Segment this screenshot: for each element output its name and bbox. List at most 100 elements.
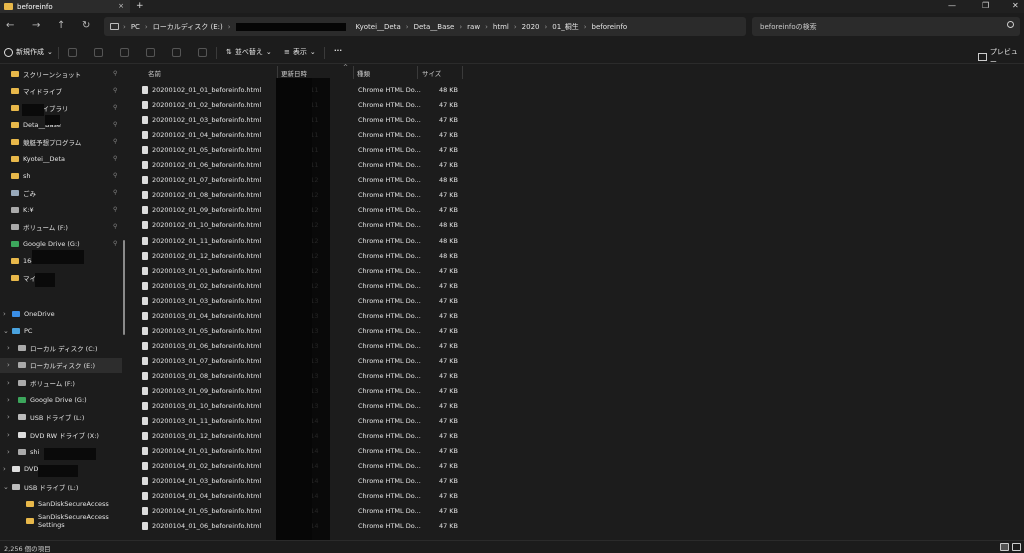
tree-item[interactable]: › ローカルディスク (E:) [0, 357, 124, 373]
minimize-button[interactable]: — [948, 1, 956, 10]
new-tab-button[interactable]: + [136, 1, 144, 11]
quick-access-item[interactable]: ボリューム (F:) ⚲ [0, 219, 124, 234]
tree-item[interactable]: ⌄ USB ドライブ (L:) [0, 479, 124, 494]
file-type: Chrome HTML Do... [358, 101, 421, 110]
chevron-right-icon[interactable]: › [7, 361, 10, 369]
column-header-name[interactable]: 名前 [148, 68, 161, 78]
quick-access-item[interactable]: 共有ライブラリ ⚲ [0, 100, 124, 115]
forward-button[interactable]: → [32, 20, 40, 31]
tree-item[interactable]: SanDiskSecureAccess [0, 496, 124, 511]
breadcrumb-kiryu[interactable]: 01_桐生 [552, 22, 578, 32]
file-type: Chrome HTML Do... [358, 402, 421, 411]
html-file-icon [142, 86, 148, 94]
details-view-icon[interactable] [1000, 543, 1009, 551]
sidebar-scroll-thumb[interactable] [123, 240, 125, 335]
cut-icon[interactable] [68, 48, 77, 57]
more-options-button[interactable]: ··· [334, 47, 342, 55]
address-bar[interactable]: › PC › ローカルディスク (E:) › . Kyotei__Deta › … [104, 17, 746, 36]
tree-item[interactable]: › USB ドライブ (L:) [0, 410, 124, 425]
google-drive-icon [18, 397, 26, 403]
chevron-right-icon: › [144, 22, 148, 31]
preview-pane-icon [978, 53, 987, 61]
chevron-right-icon[interactable]: › [7, 379, 10, 387]
file-type: Chrome HTML Do... [358, 251, 421, 260]
back-button[interactable]: ← [6, 20, 14, 31]
chevron-right-icon[interactable]: › [3, 310, 6, 318]
quick-access-item[interactable]: マイド [0, 270, 124, 285]
large-icons-view-icon[interactable] [1012, 543, 1021, 551]
tree-item[interactable]: › ボリューム (F:) [0, 375, 124, 390]
file-size: 47 KB [438, 432, 458, 441]
close-button[interactable]: ✕ [1012, 1, 1019, 10]
tree-item[interactable]: › Google Drive (G:) [0, 393, 124, 408]
tree-item[interactable]: › ローカル ディスク (C:) [0, 341, 124, 356]
usb-icon [12, 483, 20, 490]
chevron-down-icon[interactable]: ⌄ [3, 483, 9, 491]
file-size: 48 KB [438, 236, 458, 245]
folder-icon [11, 104, 19, 111]
breadcrumb-deta-base[interactable]: Deta__Base [414, 23, 455, 31]
share-icon[interactable] [172, 48, 181, 57]
file-name: 20200103_01_02_beforeinfo.html [152, 281, 262, 290]
rename-icon[interactable] [146, 48, 155, 57]
breadcrumb-html[interactable]: html [493, 23, 509, 31]
tree-item[interactable]: ⌄ PC [0, 323, 124, 338]
breadcrumb-raw[interactable]: raw [467, 23, 480, 31]
quick-access-item[interactable]: スクリーンショット ⚲ [0, 66, 124, 81]
tab-close-button[interactable]: × [118, 2, 124, 10]
file-name: 20200102_01_04_beforeinfo.html [152, 131, 262, 140]
breadcrumb-pc[interactable]: PC [131, 23, 140, 31]
column-divider[interactable] [462, 66, 463, 79]
chevron-right-icon[interactable]: › [7, 413, 10, 421]
drive-icon [11, 223, 19, 230]
breadcrumb-beforeinfo[interactable]: beforeinfo [592, 23, 628, 31]
tab-beforeinfo[interactable]: beforeinfo × [0, 0, 130, 13]
chevron-down-icon[interactable]: ⌄ [3, 327, 9, 335]
search-placeholder: beforeinfoの検索 [760, 22, 817, 31]
column-header-date[interactable]: 更新日時 [281, 68, 307, 78]
file-size: 47 KB [438, 101, 458, 110]
search-box[interactable]: beforeinfoの検索 [752, 17, 1020, 36]
chevron-right-icon[interactable]: › [7, 344, 10, 352]
quick-access-item[interactable]: マイドライブ ⚲ [0, 83, 124, 98]
quick-access-item[interactable]: Google Drive (G:) ⚲ [0, 236, 124, 251]
quick-access-item[interactable]: Kyotei__Deta ⚲ [0, 151, 124, 166]
quick-access-item[interactable]: K:¥ ⚲ [0, 202, 124, 217]
file-size: 47 KB [438, 447, 458, 456]
quick-access-item[interactable]: ごみ ⚲ [0, 185, 124, 200]
column-header-size[interactable]: サイズ [422, 68, 441, 78]
maximize-button[interactable]: ❐ [982, 1, 989, 10]
pin-icon: ⚲ [113, 206, 118, 213]
quick-access-item[interactable]: 競艇予想プログラム ⚲ [0, 134, 124, 149]
view-button[interactable]: ≡ 表示 ⌄ [284, 47, 316, 57]
file-name: 20200102_01_02_beforeinfo.html [152, 101, 262, 110]
chevron-right-icon[interactable]: › [7, 448, 10, 456]
column-divider[interactable] [353, 66, 354, 79]
tree-item[interactable]: › DVD RW ドライブ (X:) [0, 427, 124, 442]
new-button[interactable]: 新規作成 ⌄ [4, 47, 53, 57]
paste-icon[interactable] [120, 48, 129, 57]
tree-item[interactable]: SanDiskSecureAccess Settings [0, 513, 124, 529]
up-button[interactable]: ↑ [57, 20, 65, 31]
breadcrumb-drive[interactable]: ローカルディスク (E:) [153, 22, 223, 32]
column-divider[interactable] [417, 66, 418, 79]
file-size: 47 KB [438, 462, 458, 471]
chevron-right-icon[interactable]: › [3, 465, 6, 473]
breadcrumb-redacted: . [235, 22, 346, 31]
refresh-button[interactable]: ↻ [82, 20, 90, 31]
tree-item[interactable]: › OneDrive [0, 306, 124, 321]
chevron-right-icon[interactable]: › [7, 431, 10, 439]
column-header-type[interactable]: 種類 [357, 68, 370, 78]
copy-icon[interactable] [94, 48, 103, 57]
quick-access-item[interactable]: Deta__Base ⚲ [0, 117, 124, 132]
file-size: 47 KB [438, 131, 458, 140]
chevron-right-icon[interactable]: › [7, 396, 10, 404]
file-size: 47 KB [438, 206, 458, 215]
breadcrumb-2020[interactable]: 2020 [522, 23, 540, 31]
redacted-area [44, 448, 96, 460]
sort-button[interactable]: ⇅ 並べ替え ⌄ [226, 47, 272, 57]
html-file-icon [142, 116, 148, 125]
breadcrumb-kyotei-deta[interactable]: Kyotei__Deta [356, 23, 401, 31]
quick-access-item[interactable]: sh ⚲ [0, 168, 124, 183]
delete-icon[interactable] [198, 48, 207, 57]
